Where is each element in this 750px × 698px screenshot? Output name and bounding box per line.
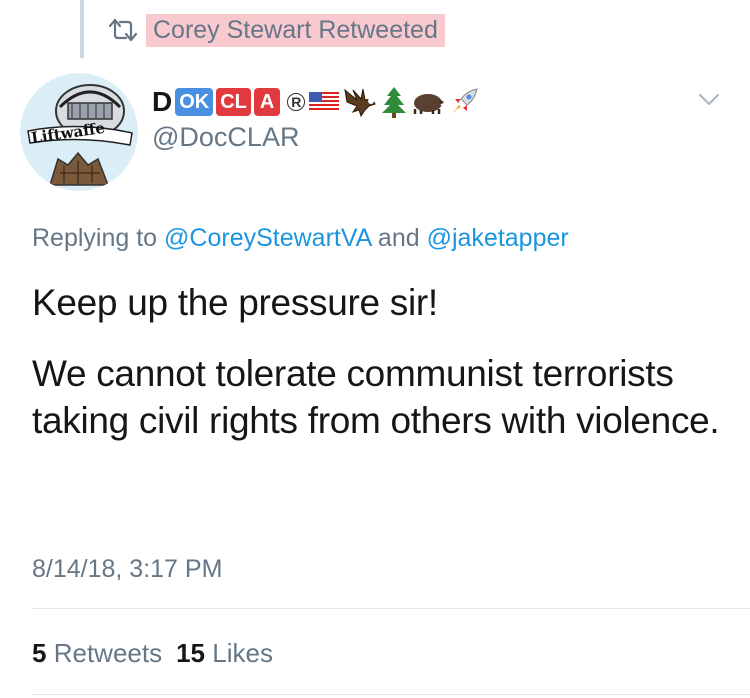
eagle-icon bbox=[344, 88, 376, 118]
chevron-down-icon[interactable] bbox=[698, 93, 720, 107]
divider bbox=[32, 608, 750, 609]
tweet-paragraph-2: We cannot tolerate communist terrorists … bbox=[32, 353, 720, 441]
thread-connector-line bbox=[80, 0, 84, 58]
tweet-paragraph-1: Keep up the pressure sir! bbox=[32, 282, 438, 323]
replying-to: Replying to @CoreyStewartVA and @jaketap… bbox=[32, 224, 569, 253]
retweet-icon bbox=[108, 18, 138, 42]
likes-count: 15 bbox=[176, 638, 206, 668]
boar-icon bbox=[414, 94, 445, 114]
name-letter-d: D bbox=[152, 86, 173, 117]
tweet-text: Keep up the pressure sir! We cannot tole… bbox=[32, 279, 732, 444]
flag-usa-icon bbox=[309, 92, 340, 112]
cl-badge: CL bbox=[216, 88, 251, 116]
avatar[interactable]: Liftwaffe bbox=[20, 73, 138, 191]
display-name[interactable]: D OK CL A R bbox=[152, 84, 479, 120]
mention-link-2[interactable]: @jaketapper bbox=[427, 224, 569, 252]
registered-icon: R bbox=[287, 93, 306, 111]
a-badge: A bbox=[253, 88, 281, 116]
retweeted-by-text: Corey Stewart Retweeted bbox=[146, 13, 445, 47]
likes-stat[interactable]: 15 Likes bbox=[176, 638, 273, 669]
retweets-count: 5 bbox=[32, 638, 47, 668]
helmet-logo-avatar: Liftwaffe bbox=[20, 73, 138, 191]
likes-label: Likes bbox=[212, 638, 273, 668]
retweet-banner[interactable]: Corey Stewart Retweeted bbox=[106, 13, 445, 47]
ok-badge: OK bbox=[175, 88, 214, 116]
tweet-timestamp[interactable]: 8/14/18, 3:17 PM bbox=[32, 555, 222, 584]
divider-bottom bbox=[32, 694, 750, 695]
tweet-stats: 5 Retweets 15 Likes bbox=[32, 638, 287, 669]
replying-to-joiner: and bbox=[377, 224, 420, 252]
rocket-icon bbox=[452, 88, 478, 114]
author-handle[interactable]: @DocCLAR bbox=[152, 122, 299, 153]
mention-link-1[interactable]: @CoreyStewartVA bbox=[164, 224, 371, 252]
replying-to-prefix: Replying to bbox=[32, 224, 158, 252]
retweets-label: Retweets bbox=[53, 638, 163, 668]
evergreen-tree-icon bbox=[382, 87, 407, 118]
retweets-stat[interactable]: 5 Retweets bbox=[32, 638, 162, 669]
